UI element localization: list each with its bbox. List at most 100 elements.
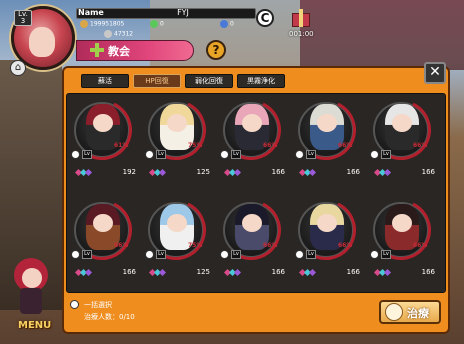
character-face [167, 214, 187, 232]
level-badge: Lv [306, 250, 316, 259]
hp-row: 166 [367, 266, 439, 280]
select-checkbox[interactable] [145, 250, 154, 259]
level-badge: Lv [231, 250, 241, 259]
menu-button[interactable]: MENU [18, 320, 51, 331]
ticket-value: 0 [230, 20, 234, 28]
character-card[interactable]: 66% Lv 166 [362, 191, 441, 290]
gold-icon [80, 20, 88, 28]
select-checkbox[interactable] [370, 150, 379, 159]
select-checkbox[interactable] [71, 250, 80, 259]
tab-revive[interactable]: 蘇活 [81, 74, 129, 88]
select-all-label[interactable]: 一括選択 [84, 300, 112, 310]
select-checkbox[interactable] [145, 150, 154, 159]
hp-value: 192 [122, 168, 136, 176]
hp-percent: 66% [413, 142, 428, 149]
level-badge: Lv [231, 150, 241, 159]
heal-count: 治療人数：0/10 [84, 313, 135, 321]
hp-percent: 61% [114, 142, 129, 149]
gem-icon [223, 168, 242, 177]
character-card[interactable]: 66% Lv 166 [212, 191, 291, 290]
character-card[interactable]: 66% Lv 166 [362, 91, 441, 190]
menu-character[interactable] [8, 258, 54, 318]
heal-button-label[interactable]: 治療 [407, 305, 429, 321]
hp-value: 125 [196, 268, 210, 276]
select-checkbox[interactable] [295, 150, 304, 159]
select-all-checkbox[interactable] [70, 300, 79, 309]
player-name: FYJ [177, 8, 189, 17]
hp-percent: 66% [263, 242, 278, 249]
points-value: 47312 [114, 30, 134, 38]
cross-icon [90, 43, 104, 57]
tab-bar: 蘇活 HP回復 弱化回復 黒霧浄化 [81, 74, 285, 88]
hp-row: 125 [142, 266, 214, 280]
hp-value: 166 [346, 268, 360, 276]
home-icon[interactable]: ⌂ [10, 60, 26, 76]
gift-icon[interactable] [289, 7, 313, 29]
ticket-row: 0 [220, 20, 234, 28]
gem-icon [373, 268, 392, 277]
select-checkbox[interactable] [220, 250, 229, 259]
gold-value: 199951805 [90, 20, 125, 28]
hp-row: 166 [217, 166, 289, 180]
gem-row: 0 [150, 20, 164, 28]
hp-row: 192 [68, 166, 140, 180]
character-card[interactable]: 66% Lv 166 [63, 191, 142, 290]
gem-icon [298, 168, 317, 177]
tab-hp-recovery[interactable]: HP回復 [133, 74, 181, 88]
character-card[interactable]: 61% Lv 192 [63, 91, 142, 190]
select-checkbox[interactable] [295, 250, 304, 259]
points-row: 47312 [104, 30, 133, 38]
ticket-icon [220, 20, 228, 28]
level-badge: Lv [381, 250, 391, 259]
hp-value: 166 [271, 268, 285, 276]
hp-percent: 75% [188, 142, 203, 149]
gift-ribbon [299, 9, 303, 27]
help-button[interactable]: ? [206, 40, 226, 60]
character-card[interactable]: 75% Lv 125 [137, 191, 216, 290]
gem-value: 0 [160, 20, 164, 28]
tab-debuff-recovery[interactable]: 弱化回復 [185, 74, 233, 88]
level-badge: Lv [82, 150, 92, 159]
select-checkbox[interactable] [71, 150, 80, 159]
hp-value: 125 [196, 168, 210, 176]
hp-percent: 66% [338, 142, 353, 149]
select-checkbox[interactable] [220, 150, 229, 159]
character-face [392, 214, 412, 232]
character-card[interactable]: 66% Lv 166 [287, 191, 366, 290]
gift-timer: 001:00 [289, 30, 314, 38]
character-card[interactable]: 66% Lv 166 [287, 91, 366, 190]
hp-value: 166 [271, 168, 285, 176]
hp-row: 125 [142, 166, 214, 180]
gem-icon [223, 268, 242, 277]
hp-row: 166 [292, 266, 364, 280]
hp-value: 166 [421, 168, 435, 176]
tab-dark-fog-purify[interactable]: 黒霧浄化 [237, 74, 285, 88]
gem-icon [148, 268, 167, 277]
character-face [317, 214, 337, 232]
close-button[interactable]: ✕ [424, 62, 446, 84]
level-badge: Lv [381, 150, 391, 159]
select-checkbox[interactable] [370, 250, 379, 259]
character-card[interactable]: 75% Lv 125 [137, 91, 216, 190]
background-roof [300, 0, 464, 70]
character-face [242, 214, 262, 232]
gem-icon [74, 268, 93, 277]
heal-icon [385, 303, 403, 321]
level-badge: Lv [156, 150, 166, 159]
hp-value: 166 [346, 168, 360, 176]
hp-percent: 75% [188, 242, 203, 249]
gem-icon [148, 168, 167, 177]
player-level-badge: Lv. 3 [14, 10, 32, 26]
character-card[interactable]: 66% Lv 166 [212, 91, 291, 190]
refresh-button[interactable]: C [256, 9, 274, 27]
hp-row: 166 [367, 166, 439, 180]
hp-row: 166 [68, 266, 140, 280]
gold-row: 199951805 [80, 20, 124, 28]
hp-percent: 66% [114, 242, 129, 249]
gem-icon [74, 168, 93, 177]
hp-row: 166 [217, 266, 289, 280]
character-face [392, 114, 412, 132]
gem-icon [298, 268, 317, 277]
page-title: 教会 [108, 45, 130, 58]
character-grid: 61% Lv 192 75% Lv 125 66% Lv 166 66% Lv 166 66% Lv 166… [63, 91, 444, 292]
